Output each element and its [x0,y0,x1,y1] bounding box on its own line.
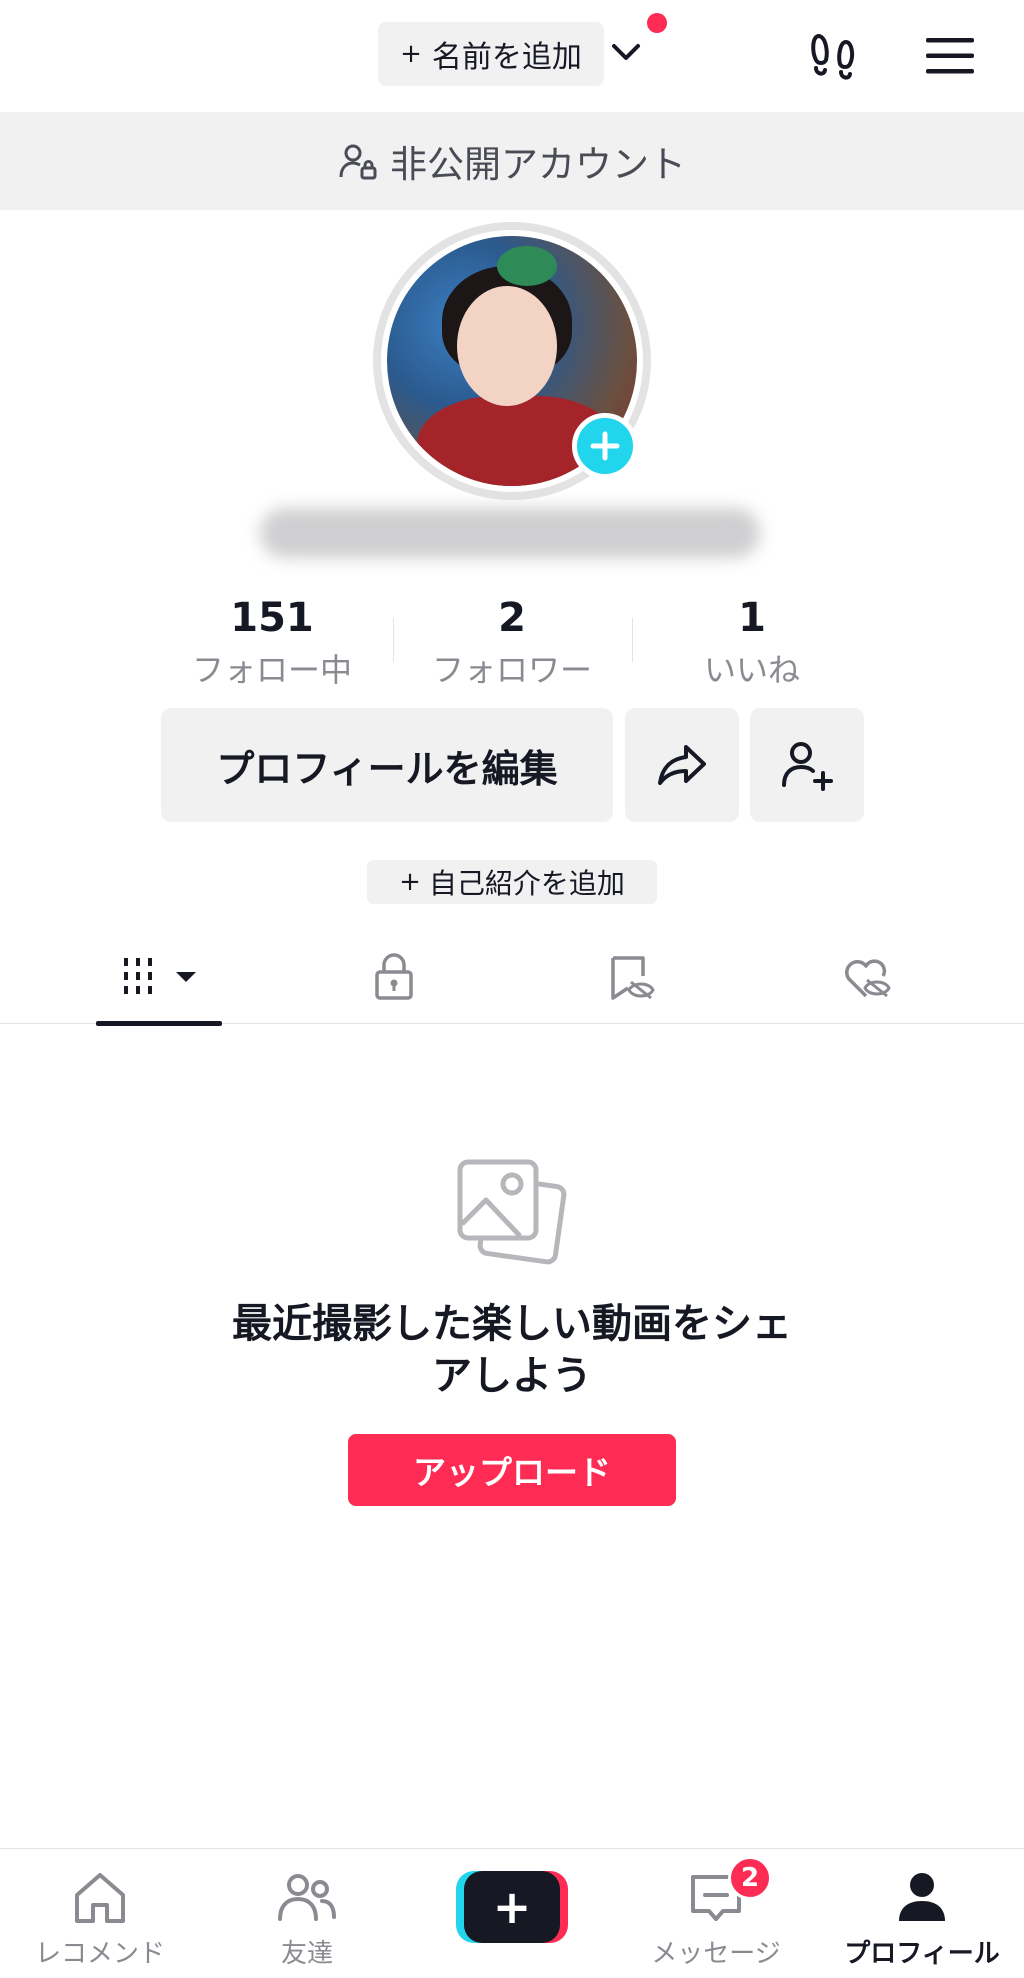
add-name-button[interactable]: + 名前を追加 [378,22,604,86]
nav-profile-label: プロフィール [844,1939,1000,1969]
create-icon: + [464,1871,560,1943]
followers-label: フォロワー [431,651,592,689]
likes-count: 1 [738,595,766,641]
active-tab-indicator [96,1021,222,1026]
stat-following[interactable]: 151 フォロー中 [152,590,392,692]
nav-home[interactable]: レコメンド [0,1849,200,1978]
tab-saved[interactable] [502,930,758,1024]
grid-icon [124,958,196,994]
hamburger-menu-icon[interactable] [924,36,976,76]
private-account-label: 非公開アカウント [390,143,686,186]
private-user-icon [339,144,377,180]
followers-count: 2 [498,595,526,641]
add-avatar-plus-icon[interactable] [572,413,638,479]
following-count: 151 [230,595,314,641]
chevron-down-icon[interactable] [608,38,644,68]
empty-state-line-1: 最近撮影した楽しい動画をシェ [232,1301,792,1347]
edit-profile-button[interactable]: プロフィールを編集 [161,708,613,822]
message-count-badge: 2 [728,1856,772,1900]
heart-hidden-icon [845,959,891,998]
following-label: フォロー中 [191,651,352,689]
add-bio-label: 自己紹介を追加 [428,867,625,900]
nav-friends[interactable]: 友達 [207,1849,407,1978]
nav-profile[interactable]: プロフィール [822,1849,1022,1978]
empty-state-message: 最近撮影した楽しい動画をシェ アしよう [180,1298,844,1402]
add-friend-button[interactable] [750,708,864,822]
nav-home-label: レコメンド [34,1939,165,1969]
nav-friends-label: 友達 [280,1939,333,1969]
profile-icon [899,1873,945,1921]
footprint-icon[interactable] [808,30,860,84]
bottom-navigation: レコメンド 友達 + メッセージ プロフィール [0,1848,1024,1978]
create-button[interactable]: + [456,1871,568,1943]
tab-videos[interactable] [32,930,288,1026]
stat-likes[interactable]: 1 いいね [632,590,872,692]
profile-tabs [0,930,1024,1026]
top-bar: + 名前を追加 [0,0,1024,112]
plus-icon: + [400,39,422,69]
likes-label: いいね [703,651,800,689]
notification-dot [647,13,667,33]
private-account-banner: 非公開アカウント [0,112,1024,210]
friends-icon [278,1874,336,1921]
photos-placeholder-icon [457,1159,567,1265]
home-icon [75,1873,125,1923]
share-profile-button[interactable] [625,708,739,822]
tab-private[interactable] [266,930,522,1024]
username-blurred [260,508,760,558]
share-arrow-icon [658,745,706,785]
add-name-label: 名前を追加 [431,40,582,75]
empty-state-line-2: アしよう [432,1353,592,1399]
add-user-icon [782,742,833,791]
upload-button[interactable]: アップロード [348,1434,676,1506]
nav-inbox[interactable]: メッセージ [616,1849,816,1978]
add-bio-button[interactable]: + 自己紹介を追加 [367,860,657,904]
lock-icon [375,953,413,1000]
profile-stats: 151 フォロー中 2 フォロワー 1 いいね [0,590,1024,690]
stat-followers[interactable]: 2 フォロワー [392,590,632,692]
bookmark-hidden-icon [611,956,655,1000]
tab-liked[interactable] [738,930,994,1024]
plus-icon: + [399,867,421,897]
nav-inbox-label: メッセージ [651,1939,781,1969]
